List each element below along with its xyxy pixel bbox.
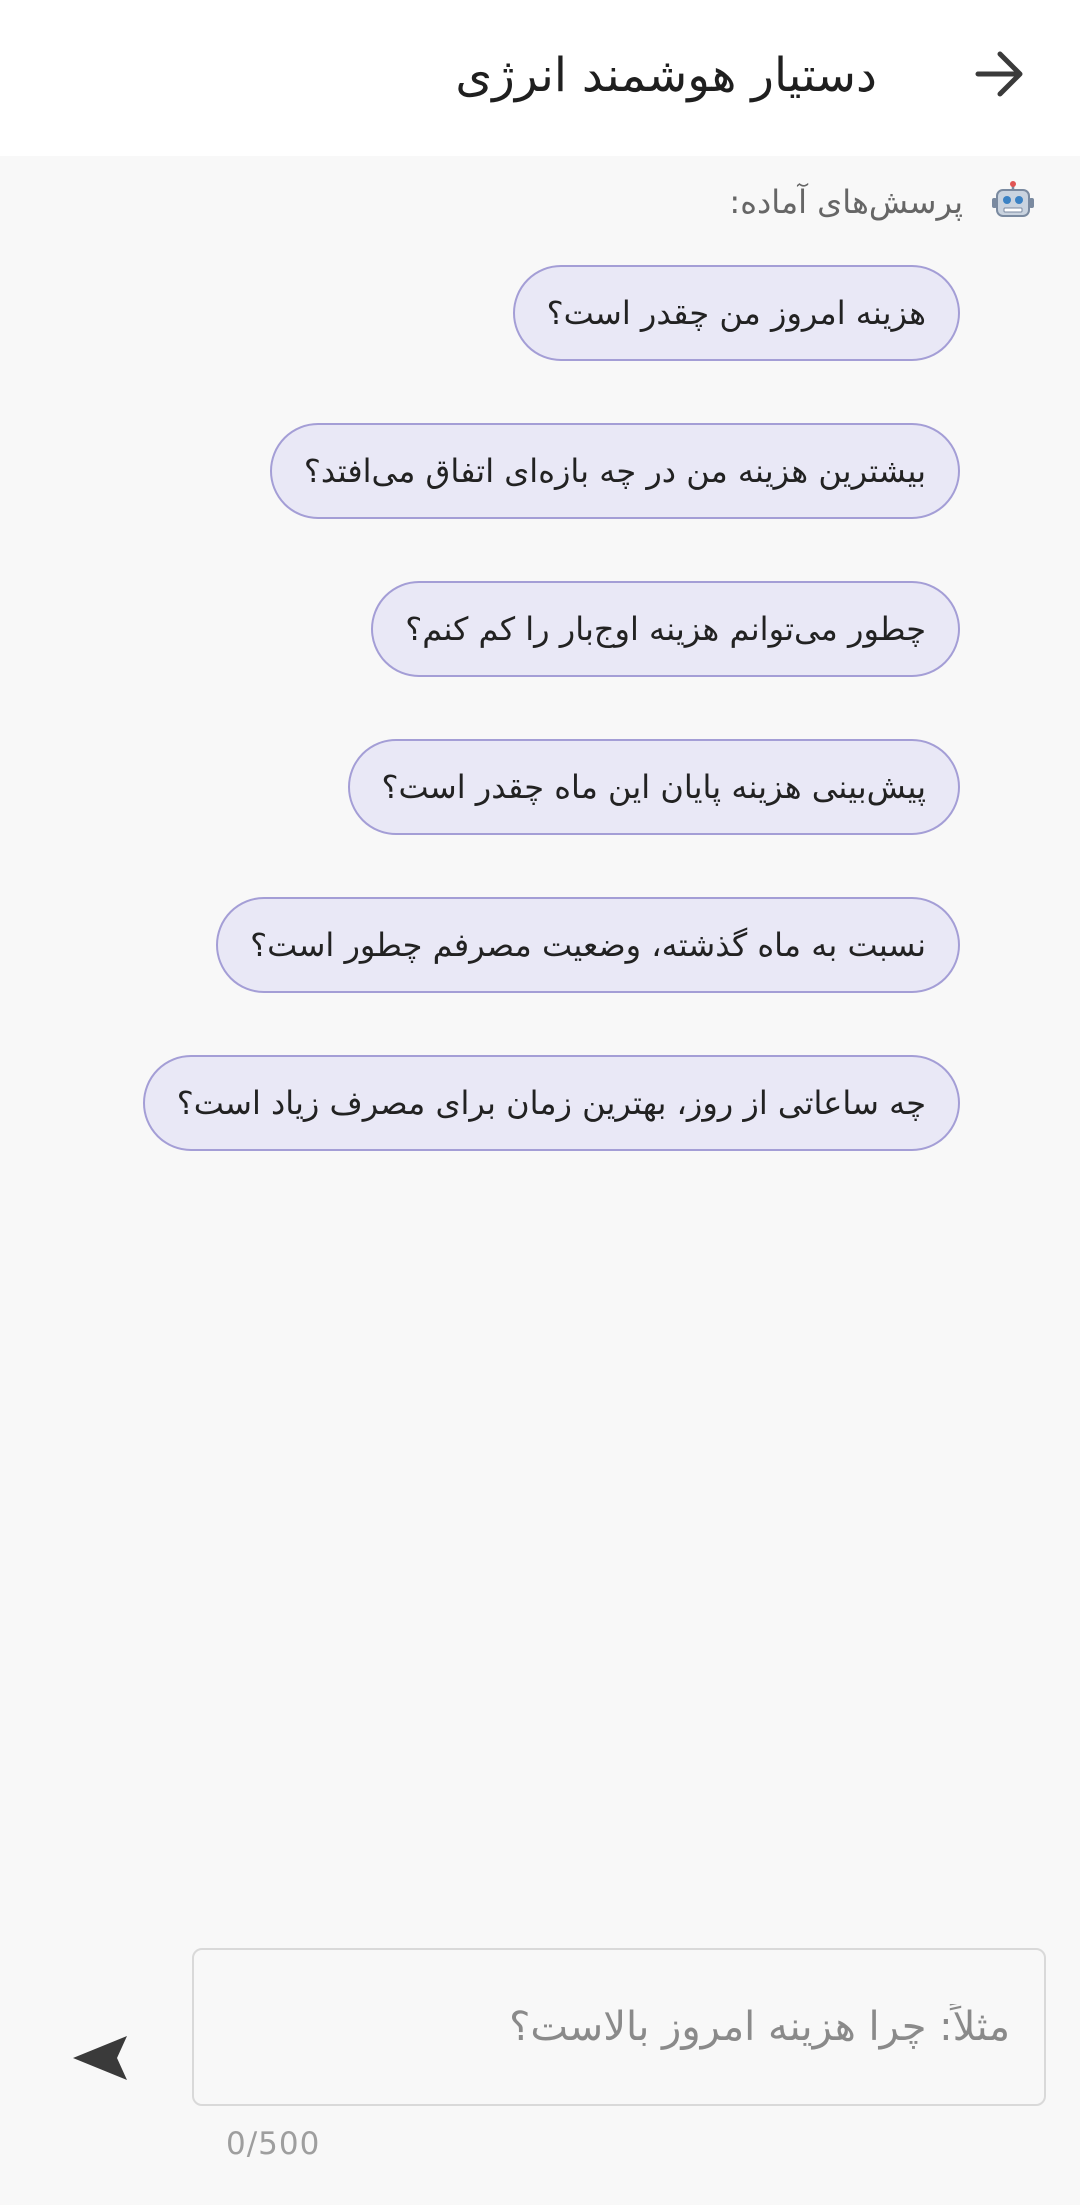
arrow-right-icon: [975, 51, 1023, 97]
prompt-chip[interactable]: بیشترین هزینه من در چه بازه‌ای اتفاق می‌…: [269, 423, 960, 519]
message-input-box[interactable]: [192, 1948, 1046, 2106]
prompts-header: پرسش‌های آماده:: [729, 180, 1035, 224]
robot-icon: [991, 180, 1035, 224]
chat-screen: دستیار هوشمند انرژی پرسش‌های آماده: هزین…: [0, 0, 1080, 2205]
prompt-chip[interactable]: نسبت به ماه گذشته، وضعیت مصرفم چطور است؟: [216, 897, 960, 993]
prompt-chip[interactable]: هزینه امروز من چقدر است؟: [512, 265, 960, 361]
page-title: دستیار هوشمند انرژی: [455, 48, 877, 103]
prompts-label: پرسش‌های آماده:: [729, 183, 963, 221]
send-icon: [73, 2036, 127, 2080]
back-button[interactable]: [972, 46, 1028, 102]
character-counter: 0/500: [226, 2126, 321, 2162]
suggested-prompts: هزینه امروز من چقدر است؟ بیشترین هزینه م…: [142, 265, 960, 1213]
message-input[interactable]: [226, 2003, 1012, 2051]
prompt-chip[interactable]: چطور می‌توانم هزینه اوج‌بار را کم کنم؟: [371, 581, 960, 677]
app-header: دستیار هوشمند انرژی: [0, 0, 1080, 156]
prompt-chip[interactable]: پیش‌بینی هزینه پایان این ماه چقدر است؟: [347, 739, 960, 835]
send-button[interactable]: [68, 2030, 134, 2086]
prompt-chip[interactable]: چه ساعاتی از روز، بهترین زمان برای مصرف …: [142, 1055, 960, 1151]
